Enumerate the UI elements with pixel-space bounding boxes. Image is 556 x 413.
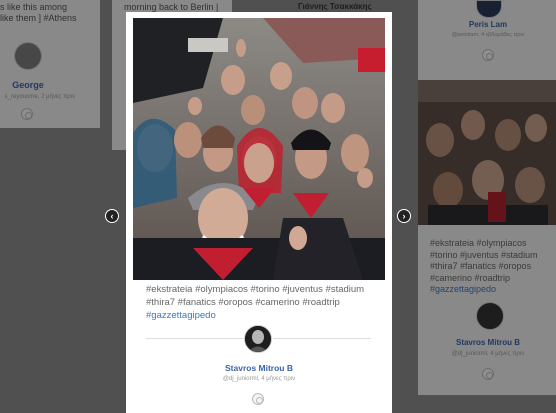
avatar[interactable] <box>244 325 272 353</box>
chevron-right-icon: › <box>402 211 406 221</box>
modal-photo <box>133 18 385 280</box>
hashtag-link[interactable]: #gazzettagipedo <box>146 310 216 321</box>
next-button[interactable]: › <box>397 209 411 223</box>
like-icon[interactable] <box>252 393 264 405</box>
user-name[interactable]: Stavros Mitrou B <box>186 363 332 373</box>
divider-right <box>273 338 371 339</box>
chevron-left-icon: ‹ <box>110 211 114 221</box>
avatar-image <box>245 326 271 352</box>
prev-button[interactable]: ‹ <box>105 209 119 223</box>
photo-modal: #ekstrateia #olympiacos #torino #juventu… <box>126 12 392 413</box>
modal-hashtags: #ekstrateia #olympiacos #torino #juventu… <box>146 284 365 321</box>
selfie-image <box>133 18 385 280</box>
user-meta: @dj_juniorml, 4 μήνες πριν <box>222 376 296 382</box>
divider-left <box>146 338 244 339</box>
